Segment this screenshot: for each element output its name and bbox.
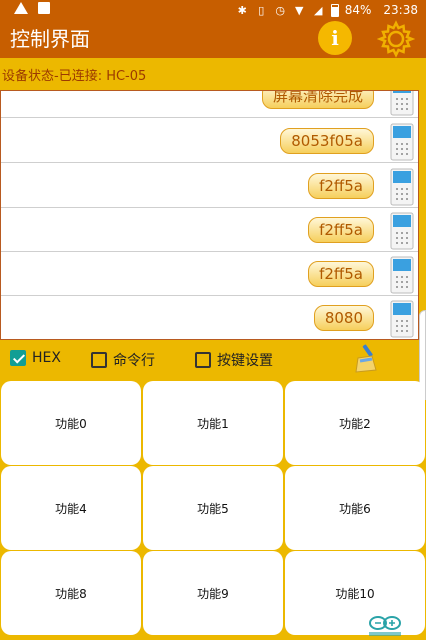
arduino-logo-icon: [369, 616, 401, 636]
hex-label: HEX: [32, 350, 61, 366]
function-button-6[interactable]: 功能6: [285, 466, 425, 550]
function-button-2[interactable]: 功能2: [285, 381, 425, 465]
key-settings-label: 按键设置: [217, 353, 273, 369]
message-bubble: 屏幕清除完成: [261, 91, 374, 109]
clock: 23:38: [383, 3, 418, 17]
wifi-icon: ▼: [295, 3, 304, 17]
phone-icon: [390, 300, 414, 338]
warning-icon: [14, 2, 28, 14]
command-line-option[interactable]: 命令行: [91, 350, 155, 370]
battery-level: 84%: [344, 3, 372, 17]
device-status-text: 设备状态-已连接: HC-05: [2, 69, 147, 84]
function-grid: 功能0 功能1 功能2 功能4 功能5 功能6 功能8 功能9 功能10: [0, 379, 426, 640]
app-bar: 控制界面 i: [0, 20, 426, 58]
message-list[interactable]: 屏幕清除完成 8053f05a f2ff5a f2ff5a f2ff5a 808…: [0, 90, 419, 340]
gear-icon[interactable]: [377, 20, 415, 58]
function-button-0[interactable]: 功能0: [1, 381, 141, 465]
function-button-1[interactable]: 功能1: [143, 381, 283, 465]
page-title: 控制界面: [10, 27, 90, 51]
message-bubble: f2ff5a: [308, 217, 374, 243]
hex-option[interactable]: HEX: [10, 350, 61, 366]
message-bubble: f2ff5a: [308, 173, 374, 199]
message-row: 8080: [1, 297, 418, 339]
image-icon: [38, 2, 50, 14]
command-line-checkbox[interactable]: [91, 352, 107, 368]
options-row: HEX 命令行 按键设置: [0, 342, 426, 378]
device-status-bar: 设备状态-已连接: HC-05: [0, 58, 426, 90]
message-row: f2ff5a: [1, 165, 418, 208]
message-row: f2ff5a: [1, 209, 418, 252]
phone-icon: [390, 123, 414, 161]
vibrate-icon: ▯: [258, 3, 265, 17]
hex-checkbox[interactable]: [10, 350, 26, 366]
phone-icon: [390, 91, 414, 116]
message-bubble: 8053f05a: [280, 128, 374, 154]
bluetooth-icon: ✱: [237, 3, 247, 17]
function-button-4[interactable]: 功能4: [1, 466, 141, 550]
clear-screen-broom-icon[interactable]: [352, 344, 380, 374]
message-bubble: f2ff5a: [308, 261, 374, 287]
phone-icon: [390, 168, 414, 206]
info-button[interactable]: i: [318, 21, 352, 55]
alarm-icon: ◷: [275, 3, 286, 17]
message-bubble: 8080: [313, 305, 374, 331]
message-row: 8053f05a: [1, 120, 418, 163]
function-button-9[interactable]: 功能9: [143, 551, 283, 635]
status-bar: ✱ ▯ ◷ ▼ ◢ 84% 23:38: [0, 0, 426, 20]
info-icon: i: [331, 26, 339, 50]
function-button-5[interactable]: 功能5: [143, 466, 283, 550]
signal-icon: ◢: [314, 3, 323, 17]
key-settings-checkbox[interactable]: [195, 352, 211, 368]
message-row: f2ff5a: [1, 253, 418, 296]
command-line-label: 命令行: [113, 353, 155, 369]
key-settings-option[interactable]: 按键设置: [195, 350, 273, 370]
message-row: 屏幕清除完成: [1, 91, 418, 118]
function-button-8[interactable]: 功能8: [1, 551, 141, 635]
phone-icon: [390, 256, 414, 294]
phone-icon: [390, 212, 414, 250]
battery-icon: [330, 3, 339, 17]
